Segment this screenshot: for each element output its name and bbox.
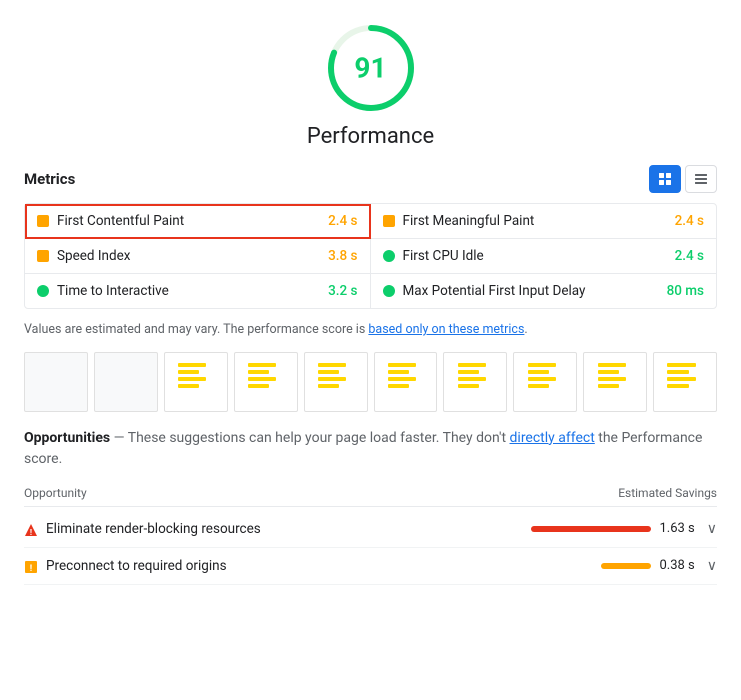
opportunity-chevron-0[interactable]: ∨ <box>707 521 717 537</box>
filmstrip-frame-7[interactable] <box>513 352 577 412</box>
filmstrip-frame-3[interactable] <box>234 352 298 412</box>
opportunity-bar-0 <box>531 526 651 532</box>
performance-label: Performance <box>307 124 434 149</box>
performance-score-circle: 91 <box>323 20 419 116</box>
metric-name-fcp: First Contentful Paint <box>57 213 320 229</box>
metric-dot-fid <box>383 285 395 297</box>
metric-dot-fci <box>383 250 395 262</box>
metric-item-tti: Time to Interactive 3.2 s <box>25 274 371 308</box>
score-value: 91 <box>354 52 386 85</box>
filmstrip-frame-0[interactable] <box>24 352 88 412</box>
opportunity-value-1: 0.38 s <box>659 558 694 573</box>
metric-name-si: Speed Index <box>57 248 320 264</box>
score-section: 91 Performance <box>24 20 717 149</box>
opportunity-chevron-1[interactable]: ∨ <box>707 558 717 574</box>
metric-dot-tti <box>37 285 49 297</box>
filmstrip-frame-8[interactable] <box>583 352 647 412</box>
info-text: Values are estimated and may vary. The p… <box>24 321 717 340</box>
metric-item-fmp: First Meaningful Paint 2.4 s <box>371 204 717 239</box>
opportunity-bar-area-0: 1.63 s ∨ <box>517 521 717 537</box>
triangle-warning-icon: ! <box>24 522 38 536</box>
metric-item-fci: First CPU Idle 2.4 s <box>371 239 717 274</box>
metric-dot-fcp <box>37 215 49 227</box>
opportunities-list: ! Eliminate render-blocking resources 1.63… <box>24 511 717 585</box>
metric-dot-si <box>37 250 49 262</box>
list-icon <box>694 173 708 185</box>
opportunity-name-0: Eliminate render-blocking resources <box>46 521 509 537</box>
metrics-link[interactable]: based only on these metrics <box>368 322 524 337</box>
opportunity-item-1[interactable]: ! Preconnect to required origins 0.38 s ∨ <box>24 548 717 585</box>
metrics-grid: First Contentful Paint2.4 sFirst Meaning… <box>24 203 717 309</box>
opportunity-item-0[interactable]: ! Eliminate render-blocking resources 1.63… <box>24 511 717 548</box>
savings-col-label: Estimated Savings <box>618 486 717 500</box>
filmstrip-frame-4[interactable] <box>304 352 368 412</box>
metric-value-si: 3.8 s <box>328 248 357 264</box>
opportunities-title: Opportunities <box>24 430 110 446</box>
opportunities-header: Opportunities — These suggestions can he… <box>24 428 717 470</box>
svg-text:!: ! <box>30 528 32 537</box>
metrics-header: Metrics <box>24 165 717 193</box>
metric-name-fci: First CPU Idle <box>403 248 667 264</box>
opportunity-name-1: Preconnect to required origins <box>46 558 509 574</box>
metric-item-si: Speed Index 3.8 s <box>25 239 371 274</box>
metric-value-fid: 80 ms <box>667 283 704 299</box>
metric-value-fmp: 2.4 s <box>675 213 704 229</box>
opportunity-col-label: Opportunity <box>24 486 87 500</box>
opportunity-bar-area-1: 0.38 s ∨ <box>517 558 717 574</box>
filmstrip-frame-5[interactable] <box>374 352 438 412</box>
metric-value-fci: 2.4 s <box>675 248 704 264</box>
svg-text:!: ! <box>30 564 32 574</box>
filmstrip-frame-1[interactable] <box>94 352 158 412</box>
opportunities-table-header: Opportunity Estimated Savings <box>24 482 717 507</box>
metric-dot-fmp <box>383 215 395 227</box>
opportunity-bar-1 <box>601 563 651 569</box>
metric-item-fid: Max Potential First Input Delay 80 ms <box>371 274 717 308</box>
grid-view-button[interactable] <box>649 165 681 193</box>
filmstrip-frame-9[interactable] <box>653 352 717 412</box>
metric-name-tti: Time to Interactive <box>57 283 320 299</box>
square-warning-icon: ! <box>24 559 38 573</box>
opportunity-value-0: 1.63 s <box>659 521 694 536</box>
view-toggle <box>649 165 717 193</box>
metrics-title: Metrics <box>24 170 75 188</box>
grid-icon <box>658 172 672 186</box>
list-view-button[interactable] <box>685 165 717 193</box>
metric-name-fid: Max Potential First Input Delay <box>403 283 659 299</box>
directly-affect-link[interactable]: directly affect <box>510 430 595 446</box>
metric-value-tti: 3.2 s <box>328 283 357 299</box>
filmstrip <box>24 352 717 412</box>
filmstrip-frame-6[interactable] <box>443 352 507 412</box>
metric-name-fmp: First Meaningful Paint <box>403 213 667 229</box>
metric-item-fcp: First Contentful Paint 2.4 s <box>25 204 371 239</box>
metric-value-fcp: 2.4 s <box>328 213 357 229</box>
filmstrip-frame-2[interactable] <box>164 352 228 412</box>
